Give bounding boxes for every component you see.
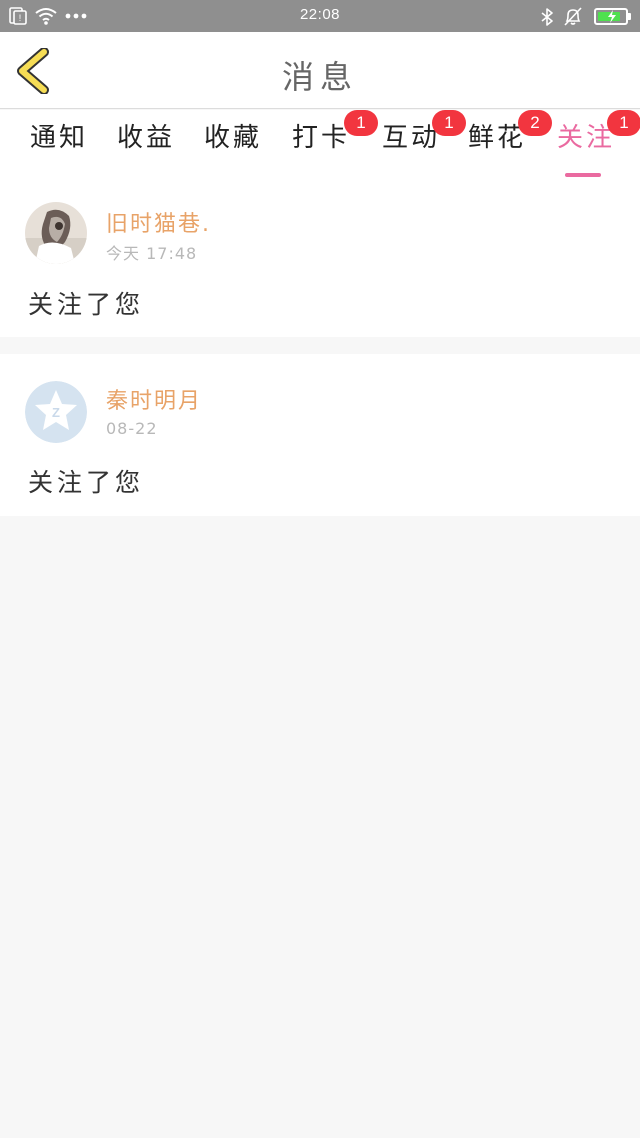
tab-label: 收益	[116, 123, 175, 153]
tab-interactions[interactable]: 互动 1	[376, 110, 466, 170]
page-title: 消息	[281, 58, 358, 96]
bluetooth-icon	[541, 8, 553, 26]
active-tab-indicator	[565, 173, 601, 177]
unread-badge: 1	[344, 110, 378, 136]
unread-badge: 2	[518, 110, 552, 136]
avatar[interactable]: Z	[25, 381, 87, 443]
status-bar: ! 22:08	[0, 0, 640, 32]
tab-earnings[interactable]: 收益	[111, 120, 181, 170]
list-item[interactable]: 旧时猫巷. 今天 17:48 关注了您	[0, 178, 640, 337]
message-content: 关注了您	[28, 290, 145, 319]
app-header: 消息	[0, 32, 640, 109]
photo-avatar	[25, 202, 87, 264]
unread-badge: 1	[432, 110, 466, 136]
tab-label: 通知	[29, 123, 88, 153]
message-content: 关注了您	[28, 468, 145, 497]
svg-text:Z: Z	[52, 405, 60, 420]
avatar[interactable]	[25, 202, 87, 264]
tab-label: 收藏	[203, 123, 262, 153]
battery-charging-icon	[594, 8, 628, 25]
default-qzone-avatar: Z	[25, 381, 87, 443]
charging-bolt-icon	[608, 10, 616, 23]
list-item[interactable]: Z 秦时明月 08-22 关注了您	[0, 354, 640, 516]
tab-checkin[interactable]: 打卡 1	[286, 110, 378, 170]
tab-flowers[interactable]: 鲜花 2	[462, 110, 552, 170]
silent-bell-icon	[564, 7, 582, 26]
timestamp: 今天 17:48	[106, 244, 198, 263]
username[interactable]: 秦时明月	[106, 383, 202, 415]
battery-nub	[628, 13, 631, 20]
tab-follows[interactable]: 关注 1	[551, 110, 640, 177]
tab-favorites[interactable]: 收藏	[198, 120, 268, 170]
tab-notifications[interactable]: 通知	[24, 120, 94, 170]
tab-bar: 通知 收益 收藏 打卡 1 互动 1 鲜花 2 关注 1	[0, 110, 640, 178]
timestamp: 08-22	[106, 419, 158, 438]
unread-badge: 1	[607, 110, 640, 136]
username[interactable]: 旧时猫巷.	[106, 206, 211, 238]
